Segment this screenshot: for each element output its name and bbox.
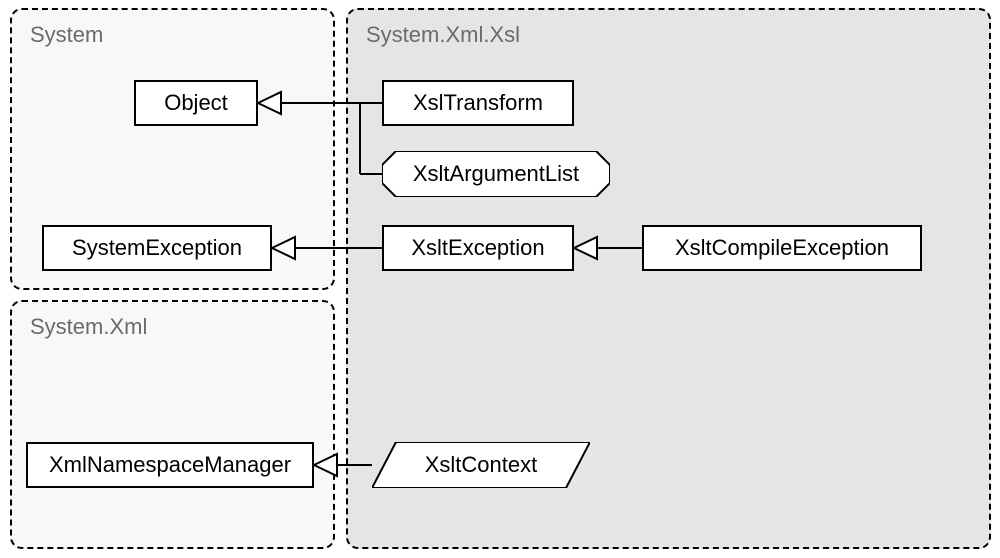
class-label: XsltContext: [372, 442, 590, 488]
namespace-system-xml: System.Xml: [10, 300, 335, 549]
namespace-label: System.Xml: [30, 314, 147, 340]
class-object: Object: [134, 80, 258, 126]
class-xslt-exception: XsltException: [382, 225, 574, 271]
namespace-label: System.Xml.Xsl: [366, 22, 520, 48]
class-label: XsltArgumentList: [382, 151, 610, 197]
class-xslt-argument-list: XsltArgumentList: [382, 151, 610, 197]
class-system-exception: SystemException: [42, 225, 272, 271]
class-label: XsltException: [411, 235, 544, 261]
class-xsl-transform: XslTransform: [382, 80, 574, 126]
namespace-label: System: [30, 22, 103, 48]
class-label: Object: [164, 90, 228, 116]
class-label: XslTransform: [413, 90, 543, 116]
class-label: SystemException: [72, 235, 242, 261]
class-xslt-context: XsltContext: [372, 442, 590, 488]
class-hierarchy-diagram: System.Xml.Xsl System System.Xml Object …: [0, 0, 1000, 558]
class-label: XmlNamespaceManager: [49, 452, 291, 478]
class-label: XsltCompileException: [675, 235, 889, 261]
class-xslt-compile-exception: XsltCompileException: [642, 225, 922, 271]
class-xml-namespace-manager: XmlNamespaceManager: [26, 442, 314, 488]
